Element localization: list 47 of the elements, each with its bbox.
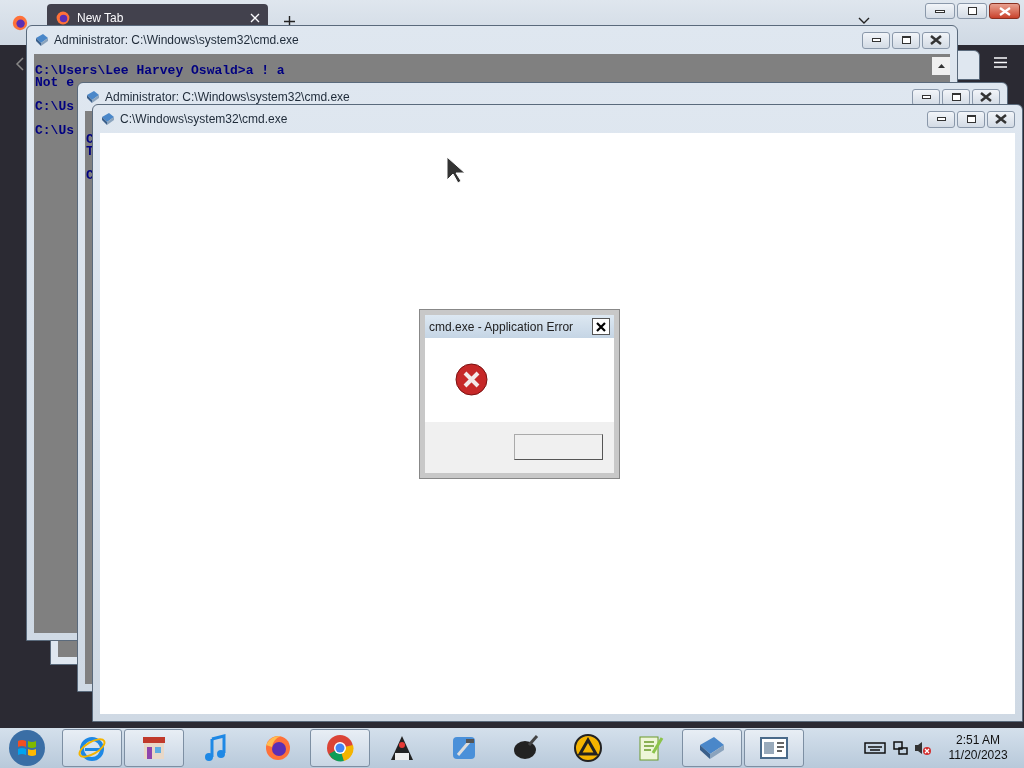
firefox-icon	[263, 733, 293, 763]
close-button[interactable]	[989, 3, 1020, 19]
close-icon	[980, 92, 992, 102]
console-line: C:\Users\Lee Harvey Oswald>a ! a	[35, 65, 285, 77]
muted-speaker-icon	[914, 740, 932, 756]
window-title: C:\Windows\system32\cmd.exe	[120, 111, 288, 128]
window-title: Administrator: C:\Windows\system32\cmd.exe	[54, 32, 299, 49]
close-icon	[930, 35, 942, 45]
maximize-button[interactable]	[957, 110, 985, 128]
scrollbar-up-button[interactable]	[932, 57, 950, 75]
dialog-title: cmd.exe - Application Error	[429, 318, 574, 336]
close-button[interactable]	[922, 31, 950, 49]
keyboard-icon	[864, 741, 886, 755]
console-icon	[85, 89, 101, 105]
windows-logo-icon	[8, 729, 46, 767]
console-line: T	[86, 146, 94, 158]
close-button[interactable]	[987, 110, 1015, 128]
up-arrow-icon	[937, 64, 945, 68]
console-icon	[34, 32, 50, 48]
restore-button[interactable]	[957, 3, 987, 19]
console-icon	[100, 111, 116, 127]
firefox-icon	[11, 14, 29, 32]
firefox-icon	[55, 10, 71, 25]
minimize-button[interactable]	[925, 3, 955, 19]
console-line: C:\Us	[35, 125, 74, 137]
menu-icon[interactable]	[994, 57, 1007, 68]
chrome-icon	[325, 733, 355, 763]
close-icon	[596, 321, 606, 332]
close-icon[interactable]	[250, 13, 260, 23]
chevron-down-icon[interactable]	[858, 17, 870, 24]
close-icon	[995, 114, 1007, 124]
window-title: Administrator: C:\Windows\system32\cmd.exe	[105, 89, 350, 106]
tab-title: New Tab	[77, 10, 124, 25]
error-icon	[455, 363, 488, 396]
minimize-button[interactable]	[862, 31, 890, 49]
network-icon	[892, 740, 908, 756]
minimize-button[interactable]	[927, 110, 955, 128]
maximize-button[interactable]	[892, 31, 920, 49]
dialog-button[interactable]	[514, 434, 603, 460]
close-button[interactable]	[592, 318, 610, 335]
clock-time: 2:51 AM	[956, 733, 1000, 748]
close-icon	[998, 6, 1011, 16]
browser-tab[interactable]: New Tab	[47, 4, 268, 25]
triangle-logo-icon	[573, 733, 603, 763]
console-line: Not e	[35, 77, 74, 89]
clock-date: 11/20/2023	[948, 748, 1008, 763]
console-line: C:\Us	[35, 101, 74, 113]
